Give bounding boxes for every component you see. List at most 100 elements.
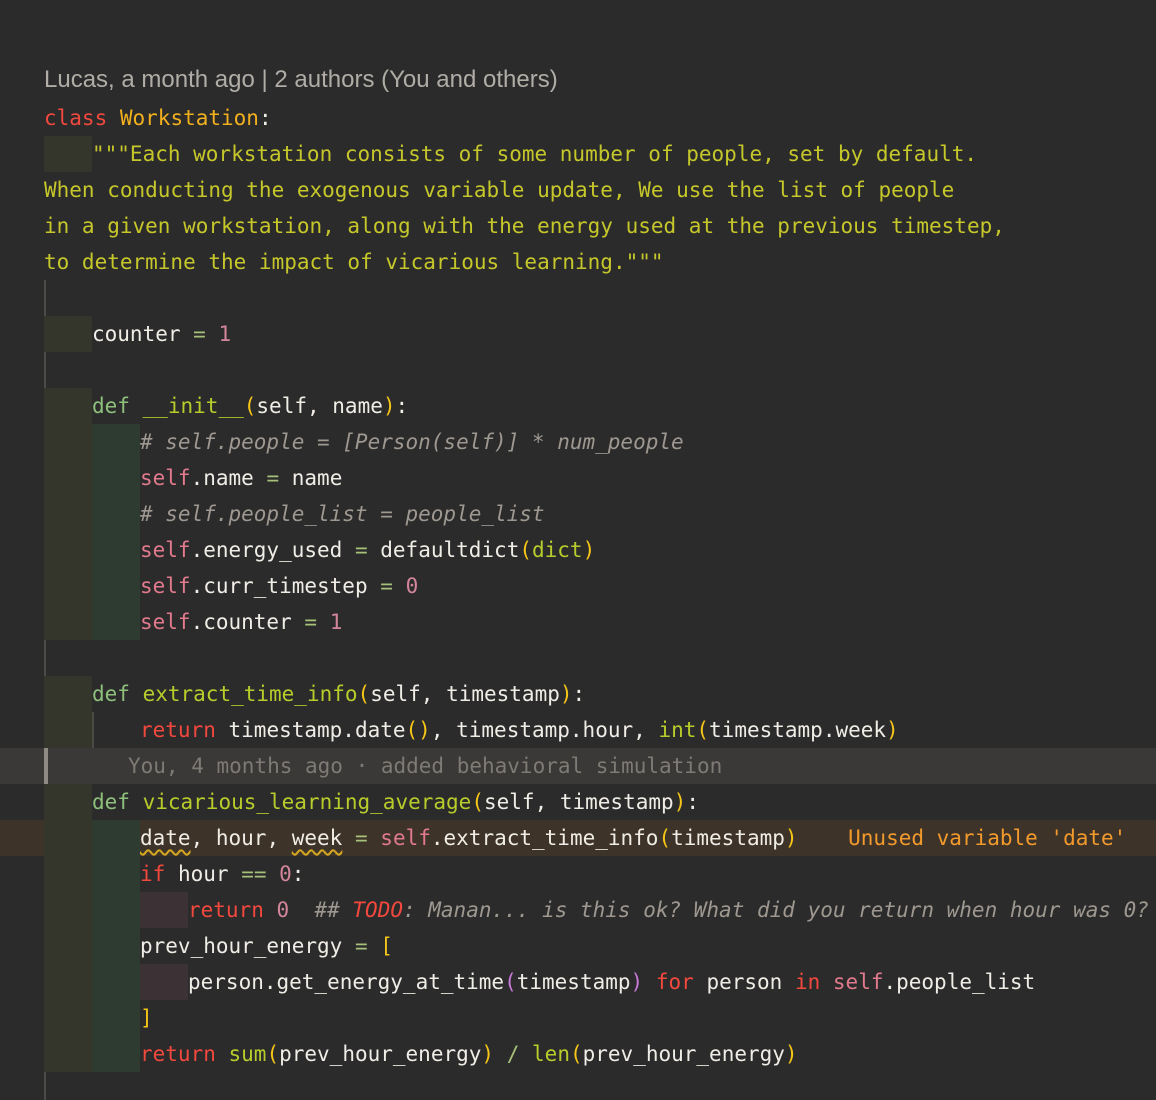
code-line-close-bracket: ] bbox=[0, 1000, 1156, 1036]
attribute: .counter bbox=[190, 610, 292, 634]
inline-blame-annotation[interactable]: You, 4 months ago · added behavioral sim… bbox=[0, 748, 1156, 784]
number: 0 bbox=[405, 574, 419, 598]
indent bbox=[44, 496, 92, 532]
operator: = bbox=[266, 466, 280, 490]
paren: ( bbox=[696, 718, 710, 742]
keyword: return bbox=[188, 898, 264, 922]
code-line-energy-used: self.energy_used = defaultdict(dict) bbox=[0, 532, 1156, 568]
indent bbox=[92, 1000, 140, 1036]
indent bbox=[92, 820, 140, 856]
identifier: timestamp.hour bbox=[456, 718, 634, 742]
indent bbox=[44, 1036, 92, 1072]
bracket: [ bbox=[380, 934, 393, 958]
function-name: vicarious_learning_average bbox=[142, 790, 472, 814]
indent bbox=[92, 1036, 140, 1072]
punct: : bbox=[258, 106, 272, 130]
function-name: extract_time_info bbox=[142, 682, 358, 706]
keyword: return bbox=[140, 1042, 216, 1066]
comment: ## bbox=[314, 898, 353, 922]
code-line-docstring: to determine the impact of vicarious lea… bbox=[0, 244, 1156, 280]
indent bbox=[44, 676, 92, 712]
identifier: .extract_time_info bbox=[430, 826, 659, 850]
paren: ) bbox=[784, 1042, 798, 1066]
paren: ) bbox=[559, 682, 573, 706]
code-line-docstring: """Each workstation consists of some num… bbox=[0, 136, 1156, 172]
attribute: .energy_used bbox=[190, 538, 343, 562]
builtin: dict bbox=[532, 538, 583, 562]
operator: = bbox=[193, 322, 206, 346]
paren: ) bbox=[582, 538, 596, 562]
operator: = bbox=[354, 826, 368, 850]
indent bbox=[44, 136, 92, 172]
unused-variable[interactable]: week bbox=[292, 826, 343, 850]
identifier: timestamp bbox=[516, 970, 631, 994]
unused-variable[interactable]: date bbox=[140, 826, 191, 850]
indent bbox=[44, 316, 92, 352]
keyword: def bbox=[92, 790, 130, 814]
code-line-curr-timestep: self.curr_timestep = 0 bbox=[0, 568, 1156, 604]
code-line-prev-hour-energy: prev_hour_energy = [ bbox=[0, 928, 1156, 964]
indent bbox=[44, 532, 92, 568]
code-editor[interactable]: class Workstation: """Each workstation c… bbox=[0, 100, 1156, 1072]
param: name bbox=[332, 394, 383, 418]
paren: ( bbox=[243, 394, 257, 418]
indent bbox=[92, 496, 140, 532]
keyword: in bbox=[794, 970, 821, 994]
paren: ( bbox=[471, 790, 484, 814]
indent bbox=[92, 604, 140, 640]
paren: ( bbox=[519, 538, 532, 562]
self-keyword: self bbox=[140, 610, 191, 634]
paren: ( bbox=[658, 826, 672, 850]
comment: # self.people_list = people_list bbox=[140, 502, 545, 526]
keyword: for bbox=[655, 970, 694, 994]
indent bbox=[44, 388, 92, 424]
operator: == bbox=[241, 862, 267, 886]
blame-text: You, 4 months ago · added behavioral sim… bbox=[128, 754, 723, 778]
identifier: name bbox=[291, 466, 343, 490]
paren: ( bbox=[504, 970, 517, 994]
identifier: person.get_energy_at_time bbox=[188, 970, 505, 994]
self-keyword: self bbox=[140, 466, 191, 490]
indent bbox=[44, 784, 92, 820]
git-blame-header[interactable]: Lucas, a month ago | 2 authors (You and … bbox=[44, 62, 558, 98]
identifier: prev_hour_energy bbox=[582, 1042, 785, 1066]
paren: ) bbox=[382, 394, 396, 418]
code-line-class: class Workstation: bbox=[0, 100, 1156, 136]
indent bbox=[44, 856, 92, 892]
indent-guide bbox=[44, 1072, 46, 1100]
number: 0 bbox=[279, 862, 292, 886]
paren: ) bbox=[481, 1042, 495, 1066]
paren: ( bbox=[357, 682, 371, 706]
param: self bbox=[370, 682, 421, 706]
indent bbox=[92, 964, 140, 1000]
indent bbox=[44, 460, 92, 496]
identifier: timestamp.week bbox=[709, 718, 887, 742]
indent bbox=[44, 928, 92, 964]
code-line-return-tuple: return timestamp.date(), timestamp.hour,… bbox=[0, 712, 1156, 748]
self-keyword: self bbox=[380, 826, 431, 850]
indent bbox=[92, 856, 140, 892]
keyword: def bbox=[92, 394, 130, 418]
param: timestamp bbox=[559, 790, 674, 814]
indent bbox=[92, 892, 140, 928]
paren: () bbox=[405, 718, 431, 742]
keyword: def bbox=[92, 682, 130, 706]
indent bbox=[140, 964, 188, 1000]
indent bbox=[92, 928, 140, 964]
indent bbox=[44, 892, 92, 928]
paren: ( bbox=[569, 1042, 583, 1066]
docstring: to determine the impact of vicarious lea… bbox=[44, 250, 664, 274]
code-line-comment: # self.people = [Person(self)] * num_peo… bbox=[0, 424, 1156, 460]
indent bbox=[92, 712, 140, 748]
paren: ( bbox=[266, 1042, 280, 1066]
indent bbox=[44, 568, 92, 604]
paren: ) bbox=[886, 718, 899, 742]
operator: = bbox=[354, 538, 368, 562]
code-line-comment: # self.people_list = people_list bbox=[0, 496, 1156, 532]
comment: : Manan... is this ok? What did you retu… bbox=[402, 898, 1149, 922]
indent bbox=[92, 460, 140, 496]
identifier: prev_hour_energy bbox=[279, 1042, 482, 1066]
warning-message[interactable]: Unused variable 'date' bbox=[848, 826, 1126, 850]
